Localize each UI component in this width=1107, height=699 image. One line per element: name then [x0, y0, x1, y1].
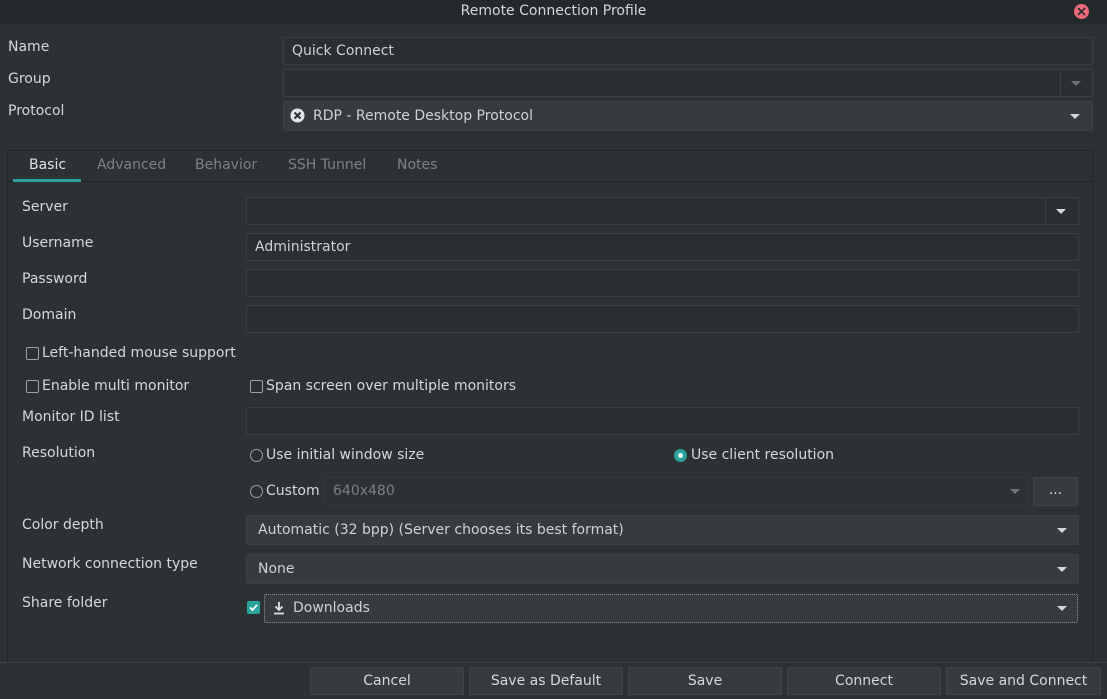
chevron-down-icon[interactable]: [1057, 606, 1067, 611]
username-input[interactable]: Administrator: [246, 233, 1079, 261]
group-combo[interactable]: [283, 69, 1093, 97]
close-icon[interactable]: [1074, 4, 1089, 19]
res-custom-select[interactable]: 640x480: [324, 477, 1029, 506]
window-title: Remote Connection Profile: [460, 3, 647, 19]
username-label: Username: [22, 235, 94, 251]
name-input[interactable]: Quick Connect: [283, 37, 1093, 65]
res-initial-radio[interactable]: [250, 449, 263, 462]
tab-basic[interactable]: Basic: [29, 157, 66, 173]
left-handed-checkbox[interactable]: [26, 347, 39, 360]
domain-input[interactable]: [246, 305, 1079, 333]
res-client-label: Use client resolution: [691, 447, 835, 463]
password-input[interactable]: [246, 269, 1079, 297]
download-icon: [274, 602, 284, 615]
res-custom-label: Custom: [266, 483, 320, 499]
chevron-down-icon[interactable]: [1057, 567, 1067, 572]
save-connect-button[interactable]: Save and Connect: [946, 667, 1101, 695]
tab-bar: [7, 150, 1093, 182]
network-select[interactable]: None: [246, 554, 1079, 584]
window-titlebar: Remote Connection Profile: [0, 0, 1107, 24]
domain-label: Domain: [22, 307, 77, 323]
res-client-radio[interactable]: [674, 449, 687, 462]
chevron-down-icon[interactable]: [1057, 528, 1067, 533]
tab-behavior[interactable]: Behavior: [195, 157, 257, 173]
password-label: Password: [22, 271, 88, 287]
multi-monitor-checkbox[interactable]: [26, 380, 39, 393]
chevron-down-icon[interactable]: [1071, 81, 1081, 86]
chevron-down-icon[interactable]: [1070, 114, 1080, 119]
tab-ssh-tunnel[interactable]: SSH Tunnel: [288, 157, 366, 173]
share-folder-label: Share folder: [22, 595, 108, 611]
server-combo[interactable]: [246, 197, 1079, 225]
network-label: Network connection type: [22, 556, 198, 572]
connect-button[interactable]: Connect: [787, 667, 941, 695]
cancel-button[interactable]: Cancel: [310, 667, 464, 695]
multi-monitor-label: Enable multi monitor: [42, 378, 190, 394]
color-depth-select[interactable]: Automatic (32 bpp) (Server chooses its b…: [246, 515, 1079, 545]
chevron-down-icon[interactable]: [1010, 489, 1020, 494]
share-folder-checkbox[interactable]: [247, 601, 260, 614]
group-divider: [1060, 72, 1061, 94]
tab-notes[interactable]: Notes: [397, 157, 437, 173]
res-custom-radio[interactable]: [250, 485, 263, 498]
resolution-label: Resolution: [22, 445, 96, 461]
monitor-id-label: Monitor ID list: [22, 409, 120, 425]
monitor-id-input[interactable]: [246, 407, 1079, 435]
res-initial-label: Use initial window size: [266, 447, 425, 463]
rdp-protocol-icon: [290, 108, 305, 123]
span-screen-label: Span screen over multiple monitors: [266, 378, 517, 394]
save-default-button[interactable]: Save as Default: [469, 667, 623, 695]
span-screen-checkbox[interactable]: [250, 380, 263, 393]
server-label: Server: [22, 199, 68, 215]
color-depth-label: Color depth: [22, 517, 104, 533]
tab-advanced[interactable]: Advanced: [97, 157, 166, 173]
protocol-value: RDP - Remote Desktop Protocol: [313, 108, 533, 124]
tab-active-indicator: [13, 179, 81, 182]
name-label: Name: [8, 39, 50, 55]
protocol-select[interactable]: RDP - Remote Desktop Protocol: [283, 101, 1093, 131]
left-handed-label: Left-handed mouse support: [42, 345, 236, 361]
resolution-more-button[interactable]: ...: [1033, 477, 1078, 506]
server-divider: [1045, 198, 1046, 224]
save-button[interactable]: Save: [628, 667, 782, 695]
share-folder-select[interactable]: Downloads: [264, 594, 1078, 623]
tab-panel: [7, 150, 1093, 662]
group-label: Group: [8, 71, 51, 87]
protocol-label: Protocol: [8, 103, 65, 119]
chevron-down-icon[interactable]: [1056, 209, 1066, 214]
